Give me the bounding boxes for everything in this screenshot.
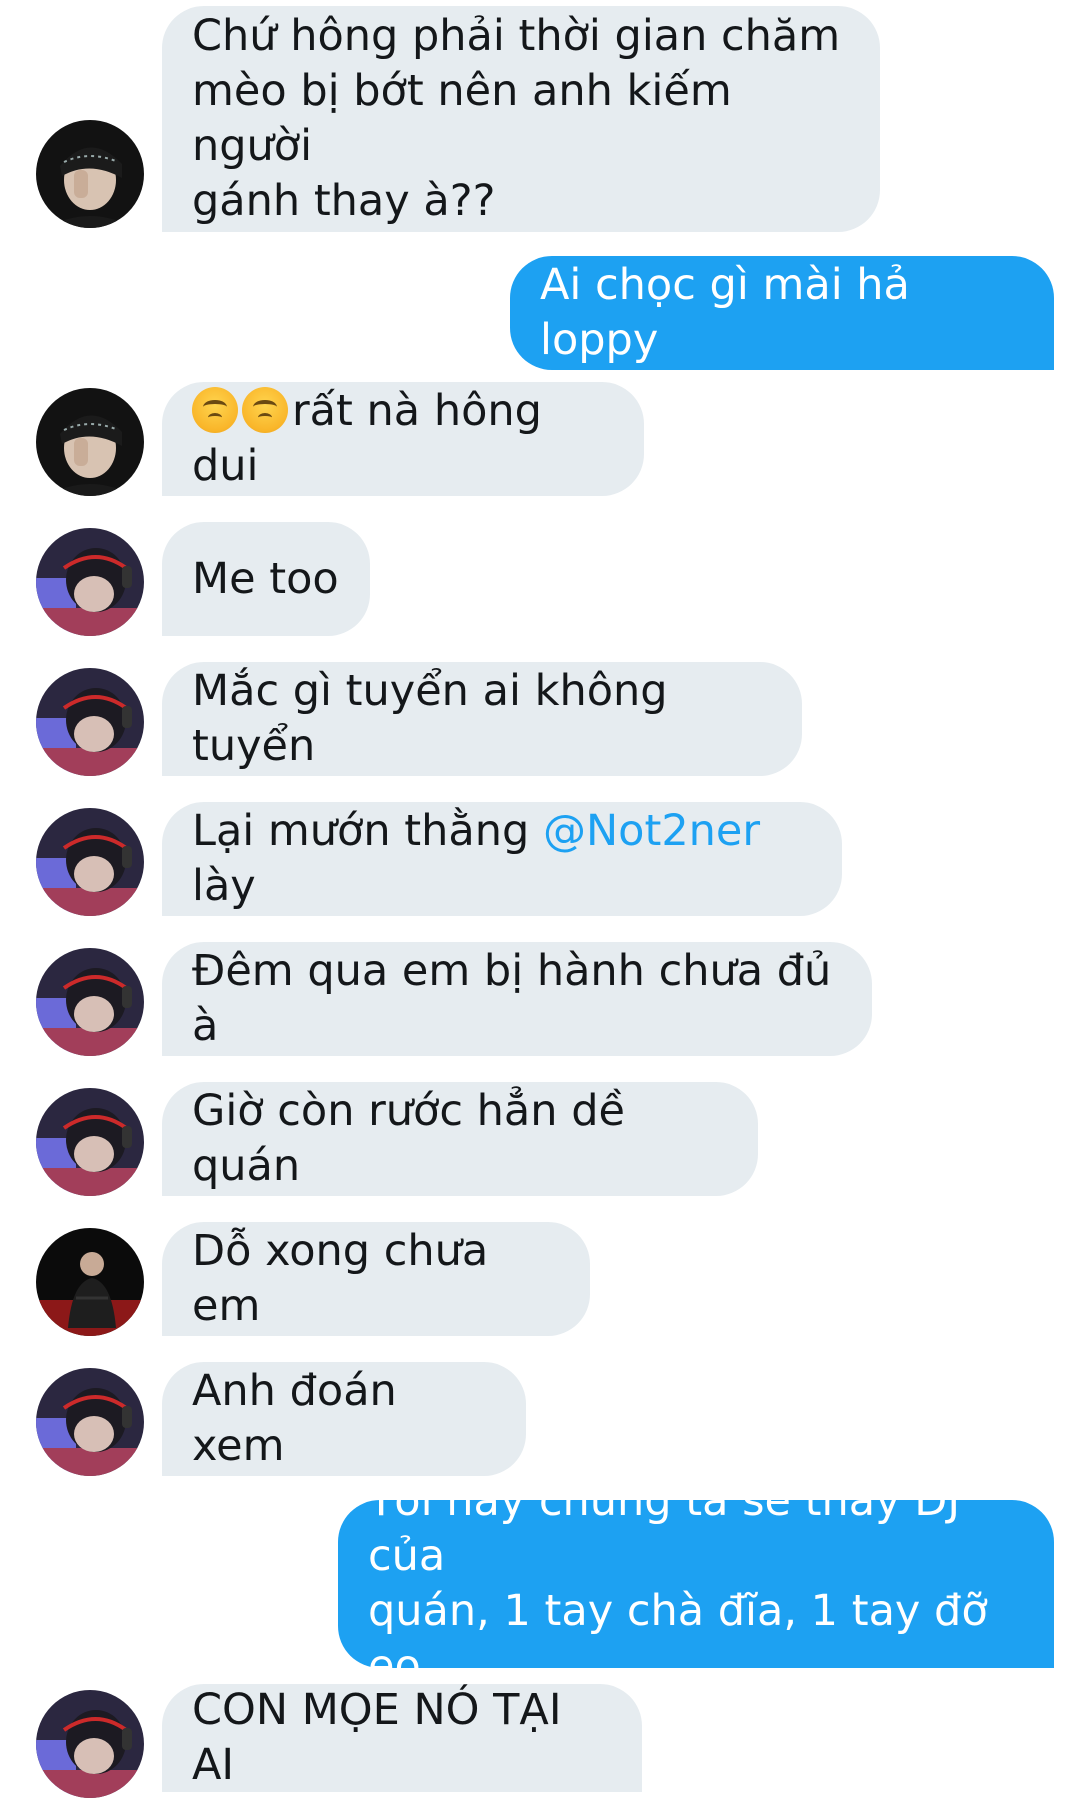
user-photo-icon: [36, 668, 144, 776]
upside-down-face-emoji-icon: [192, 387, 238, 433]
message-text: Ai chọc gì mài hả loppy: [540, 260, 910, 365]
sent-message-bubble[interactable]: Tối nay chúng ta sẽ thấy DJ của quán, 1 …: [338, 1476, 1054, 1691]
message-text-before: Lại mướn thằng: [192, 806, 543, 856]
user-photo-icon: [36, 120, 144, 228]
sent-message-bubble[interactable]: Ai chọc gì mài hả loppy: [510, 256, 1054, 370]
message-text: CON MỌE NÓ TẠI AI: [192, 1685, 562, 1790]
avatar[interactable]: [36, 528, 144, 636]
avatar[interactable]: [36, 120, 144, 228]
avatar[interactable]: [36, 1228, 144, 1336]
upside-down-face-emoji-icon: [242, 387, 288, 433]
received-message-bubble[interactable]: Dỗ xong chưa em: [162, 1222, 590, 1336]
received-message-bubble[interactable]: Me too: [162, 522, 370, 636]
received-message-bubble[interactable]: CON MỌE NÓ TẠI AI: [162, 1684, 642, 1792]
avatar[interactable]: [36, 1368, 144, 1476]
user-photo-icon: [36, 528, 144, 636]
message-text: Dỗ xong chưa em: [192, 1226, 489, 1331]
user-photo-icon: [36, 388, 144, 496]
message-text: Chứ hông phải thời gian chăm mèo bị bớt …: [192, 11, 841, 226]
user-photo-icon: [36, 808, 144, 916]
message-text: rất nà hông dui: [192, 384, 614, 494]
received-message-bubble[interactable]: Giờ còn rước hẳn dề quán: [162, 1082, 758, 1196]
message-text: Đêm qua em bị hành chưa đủ à: [192, 946, 832, 1051]
avatar[interactable]: [36, 1088, 144, 1196]
user-photo-icon: [36, 1228, 144, 1336]
message-text: Tối nay chúng ta sẽ thấy DJ của quán, 1 …: [368, 1476, 988, 1691]
avatar[interactable]: [36, 388, 144, 496]
received-message-bubble[interactable]: Mắc gì tuyển ai không tuyển: [162, 662, 802, 776]
message-text: Mắc gì tuyển ai không tuyển: [192, 666, 668, 771]
user-photo-icon: [36, 1368, 144, 1476]
avatar[interactable]: [36, 808, 144, 916]
avatar[interactable]: [36, 1690, 144, 1798]
message-text: Me too: [192, 553, 339, 604]
received-message-bubble[interactable]: rất nà hông dui: [162, 382, 644, 496]
message-text: Anh đoán xem: [192, 1366, 397, 1471]
user-photo-icon: [36, 948, 144, 1056]
avatar[interactable]: [36, 948, 144, 1056]
received-message-bubble[interactable]: Lại mướn thằng @Not2ner lày: [162, 802, 842, 916]
received-message-bubble[interactable]: Chứ hông phải thời gian chăm mèo bị bớt …: [162, 6, 880, 232]
user-photo-icon: [36, 1088, 144, 1196]
received-message-bubble[interactable]: Anh đoán xem: [162, 1362, 526, 1476]
received-message-bubble[interactable]: Đêm qua em bị hành chưa đủ à: [162, 942, 872, 1056]
avatar[interactable]: [36, 668, 144, 776]
message-text-after: lày: [192, 861, 256, 911]
message-text: Giờ còn rước hẳn dề quán: [192, 1086, 625, 1191]
mention-link[interactable]: @Not2ner: [543, 806, 760, 856]
user-photo-icon: [36, 1690, 144, 1798]
message-text: Lại mướn thằng @Not2ner lày: [192, 804, 812, 914]
